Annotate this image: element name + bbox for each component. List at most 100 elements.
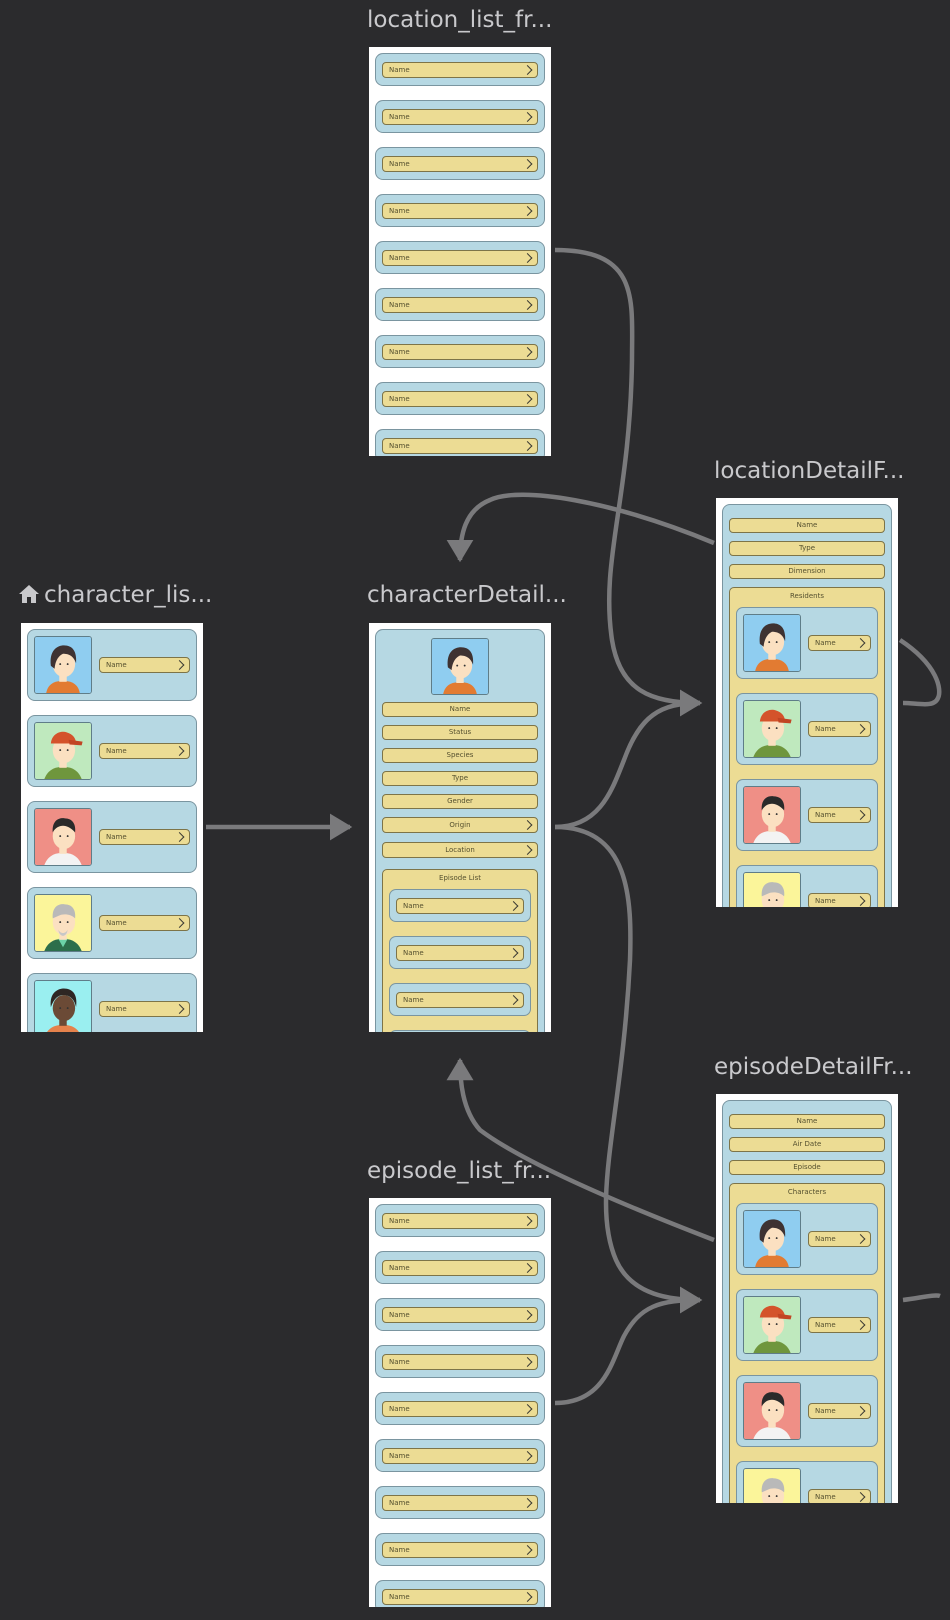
chevron-right-icon [508,901,519,911]
episode-list-screen[interactable]: Name Name Name Name Name Name Name Name Name [369,1198,551,1607]
item-label: Name [106,918,127,927]
location-list-item[interactable]: Name [375,194,545,227]
episode-detail-screen[interactable]: Name Air Date Episode Characters Name Nam… [716,1094,898,1503]
location-list-title: location_list_fr... [367,7,553,33]
episode-item-name: Name [382,1307,538,1323]
episode-item-name: Name [396,898,524,914]
episode-list-item[interactable]: Name [375,1298,545,1331]
chevron-right-icon [522,159,533,169]
chevron-right-icon [855,1406,866,1416]
character-list-item[interactable]: Name [27,801,197,873]
resident-list-item[interactable]: Name [736,607,878,679]
character-detail-screen[interactable]: Name Status Species Type Gender Origin Locatio… [369,623,551,1032]
location-list-screen[interactable]: Name Name Name Name Name Name Name Name Name [369,47,551,456]
episode-list-label: Episode List [439,874,481,882]
chevron-right-icon [174,832,185,842]
item-label: Name [403,901,424,910]
avatar-boy-icon [743,786,801,844]
chevron-right-icon [522,347,533,357]
character-detail-title: characterDetail... [367,582,567,608]
episode-item-name: Name [382,1542,538,1558]
location-list-item[interactable]: Name [375,429,545,456]
location-label: Location [445,845,475,854]
episode-list-section: Episode List Name Name Name Name [382,869,538,1032]
chevron-right-icon [522,1404,533,1414]
avatar-old-man-icon [743,1468,801,1503]
chevron-right-icon [522,1498,533,1508]
avatar-cap-boy-icon [743,700,801,758]
item-label: Name [815,1234,836,1243]
location-list-item[interactable]: Name [375,100,545,133]
location-item-name: Name [382,203,538,219]
item-label: Name [389,1592,410,1601]
chevron-right-icon [855,724,866,734]
location-item-name: Name [382,344,538,360]
residents-label: Residents [789,592,825,600]
item-label: Name [403,995,424,1004]
episode-list-item[interactable]: Name [389,1030,531,1032]
character-list-screen[interactable]: Name Name Name Name Name [21,623,203,1032]
character-location-button[interactable]: Location [382,842,538,858]
location-list-item[interactable]: Name [375,53,545,86]
episode-list-item[interactable]: Name [375,1439,545,1472]
resident-list-item[interactable]: Name [736,865,878,907]
chevron-right-icon [522,1357,533,1367]
episode-list-item[interactable]: Name [375,1251,545,1284]
character-list-item[interactable]: Name [27,629,197,701]
character-item-name: Name [808,1489,871,1503]
episode-list-item[interactable]: Name [375,1345,545,1378]
chevron-right-icon [522,253,533,263]
episode-item-name: Name [382,1401,538,1417]
character-list-item[interactable]: Name [27,887,197,959]
character-list-title: character_lis... [44,582,213,608]
location-list-item[interactable]: Name [375,241,545,274]
episode-detail-panel: Name Air Date Episode Characters Name Nam… [722,1100,892,1503]
item-label: Name [389,347,410,356]
chevron-right-icon [522,820,533,830]
location-list-item[interactable]: Name [375,147,545,180]
location-list-item[interactable]: Name [375,288,545,321]
arrow-episodedetail-outgoing [902,1293,941,1303]
episode-list-item[interactable]: Name [389,936,531,969]
episode-item-name: Name [396,945,524,961]
arrow-episodelist-to-episodedetail [554,1286,703,1406]
character-list-item[interactable]: Name [27,973,197,1032]
arrow-locationdetail-to-characterdetail [446,492,715,563]
arrow-characterdetail-to-episodedetail [554,824,703,1314]
characters-label: Characters [787,1188,827,1196]
resident-list-item[interactable]: Name [736,779,878,851]
chevron-right-icon [855,896,866,906]
chevron-right-icon [174,746,185,756]
location-list-item[interactable]: Name [375,382,545,415]
episode-list-item[interactable]: Name [375,1486,545,1519]
episode-list-item[interactable]: Name [375,1392,545,1425]
episode-list-item[interactable]: Name [375,1533,545,1566]
character-type-field: Type [382,771,538,786]
character-item-name: Name [808,1231,871,1247]
character-list-item[interactable]: Name [27,715,197,787]
location-list-item[interactable]: Name [375,335,545,368]
item-label: Name [106,746,127,755]
item-label: Name [389,394,410,403]
character-list-item[interactable]: Name [736,1375,878,1447]
chevron-right-icon [508,995,519,1005]
avatar-old-man-icon [743,872,801,907]
episode-list-item[interactable]: Name [375,1204,545,1237]
chevron-right-icon [522,1545,533,1555]
character-status-field: Status [382,725,538,740]
episode-air-date-field: Air Date [729,1137,885,1152]
episode-list-item[interactable]: Name [389,889,531,922]
location-item-name: Name [382,109,538,125]
character-list-item[interactable]: Name [736,1289,878,1361]
avatar-girl-icon [743,1210,801,1268]
location-detail-title: locationDetailF... [714,458,905,484]
episode-list-item[interactable]: Name [389,983,531,1016]
chevron-right-icon [522,1216,533,1226]
resident-list-item[interactable]: Name [736,693,878,765]
chevron-right-icon [855,810,866,820]
location-detail-screen[interactable]: Name Type Dimension Residents Name Name Na… [716,498,898,907]
character-list-item[interactable]: Name [736,1203,878,1275]
character-list-item[interactable]: Name [736,1461,878,1503]
episode-list-item[interactable]: Name [375,1580,545,1607]
character-origin-button[interactable]: Origin [382,817,538,833]
